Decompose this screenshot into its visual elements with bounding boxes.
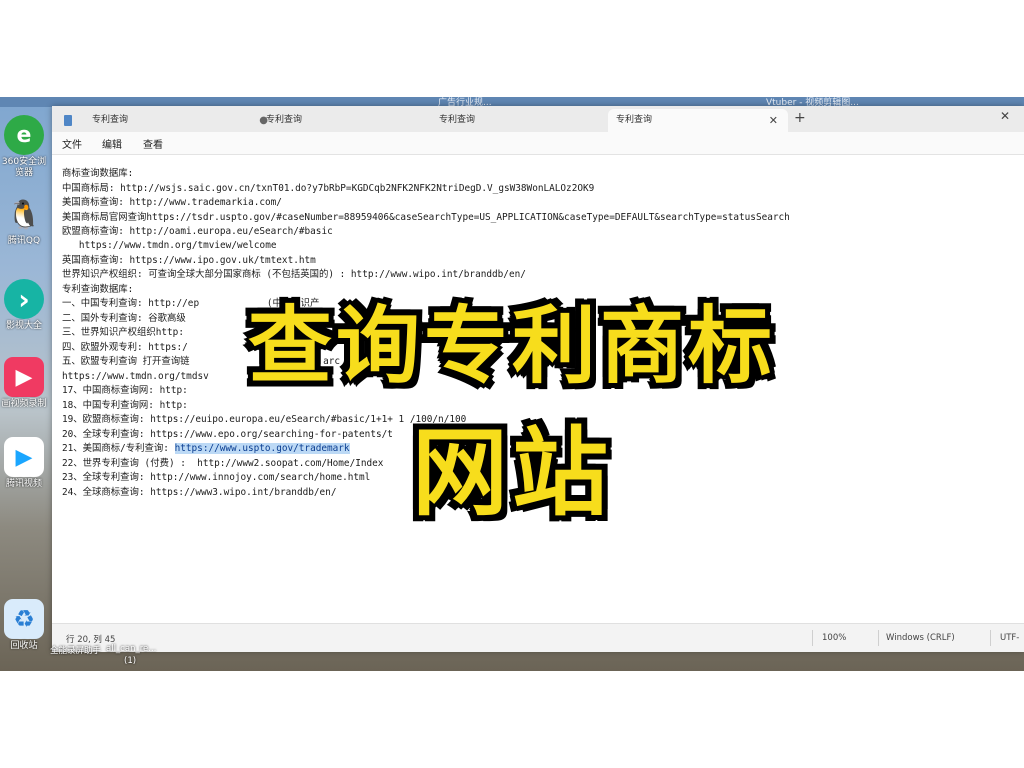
taskbar-item-recorder[interactable]: 全能录屏助手	[50, 644, 101, 656]
desktop-icon-qq[interactable]: 🐧 腾讯QQ	[0, 194, 48, 247]
tab-3[interactable]: 专利查询	[427, 109, 614, 132]
taskbar-item-file[interactable]: all_can_re...	[106, 644, 156, 654]
tab-bar: 专利查询 ● 专利查询 专利查询 专利查询 ✕ + ✕	[52, 106, 1024, 132]
taskbar-item-count: (1)	[124, 656, 137, 666]
text-line: 世界知识产权组织: 可查询全球大部分国家商标 (不包括英国的) : http:/…	[62, 269, 526, 280]
text-line: https://www.tmdn.org/tmview/welcome	[62, 240, 277, 251]
divider	[878, 630, 879, 646]
text-line: 四、欧盟外观专利: https:/	[62, 342, 188, 353]
tab-4-active[interactable]: 专利查询 ✕	[608, 109, 788, 132]
text-line: 商标查询数据库:	[62, 168, 134, 179]
zoom-level[interactable]: 100%	[822, 633, 846, 643]
text-line: 17、中国商标查询网: http:	[62, 385, 188, 396]
tencent-video-icon: ▶	[4, 437, 44, 477]
divider	[812, 630, 813, 646]
desktop-icon-tencent-video[interactable]: ▶ 腾讯视频	[0, 437, 48, 490]
text-line: 英国商标查询: https://www.ipo.gov.uk/tmtext.ht…	[62, 255, 316, 266]
overlay-title-line-1: 查询专利商标	[247, 297, 776, 395]
browser-icon: e	[4, 115, 44, 155]
overlay-title-line-2: 网站	[412, 417, 612, 529]
menu-bar: 文件 编辑 查看	[52, 132, 1024, 155]
play-arrow-icon: ›	[4, 279, 44, 319]
desktop-icon-recorder[interactable]: ▶ 画视频录制	[0, 357, 48, 410]
text-line: 中国商标局: http://wsjs.saic.gov.cn/txnT01.do…	[62, 183, 595, 194]
close-window-button[interactable]: ✕	[1000, 109, 1010, 123]
text-line: 美国商标查询: http://www.trademarkia.com/	[62, 197, 282, 208]
text-line: 二、国外专利查询: 谷歌高级	[62, 313, 186, 324]
text-line: 欧盟商标查询: http://oami.europa.eu/eSearch/#b…	[62, 226, 333, 237]
new-tab-button[interactable]: +	[794, 110, 806, 126]
desktop-icon-360-browser[interactable]: e 360安全浏览器	[0, 115, 48, 179]
desktop-icon-video-player[interactable]: › 影视大全	[0, 279, 48, 332]
desktop-icon-recycle-bin[interactable]: ♻ 回收站	[0, 599, 48, 652]
menu-file[interactable]: 文件	[62, 136, 82, 151]
encoding[interactable]: UTF-	[1000, 633, 1019, 643]
record-icon: ▶	[4, 357, 44, 397]
close-tab-icon[interactable]: ✕	[769, 109, 778, 132]
penguin-icon: 🐧	[6, 197, 42, 231]
text-line: 18、中国专利查询网: http:	[62, 400, 188, 411]
menu-view[interactable]: 查看	[143, 136, 163, 151]
status-bar: 行 20, 列 45 100% Windows (CRLF) UTF-	[52, 623, 1024, 652]
divider	[990, 630, 991, 646]
menu-edit[interactable]: 编辑	[102, 136, 122, 151]
line-ending[interactable]: Windows (CRLF)	[886, 633, 955, 643]
text-line: 美国商标局官网查询https://tsdr.uspto.gov/#caseNum…	[62, 212, 790, 223]
recycle-bin-icon: ♻	[4, 599, 44, 639]
text-line: 专利查询数据库:	[62, 284, 134, 295]
tab-2[interactable]: 专利查询	[242, 109, 441, 132]
document-icon	[64, 115, 72, 126]
